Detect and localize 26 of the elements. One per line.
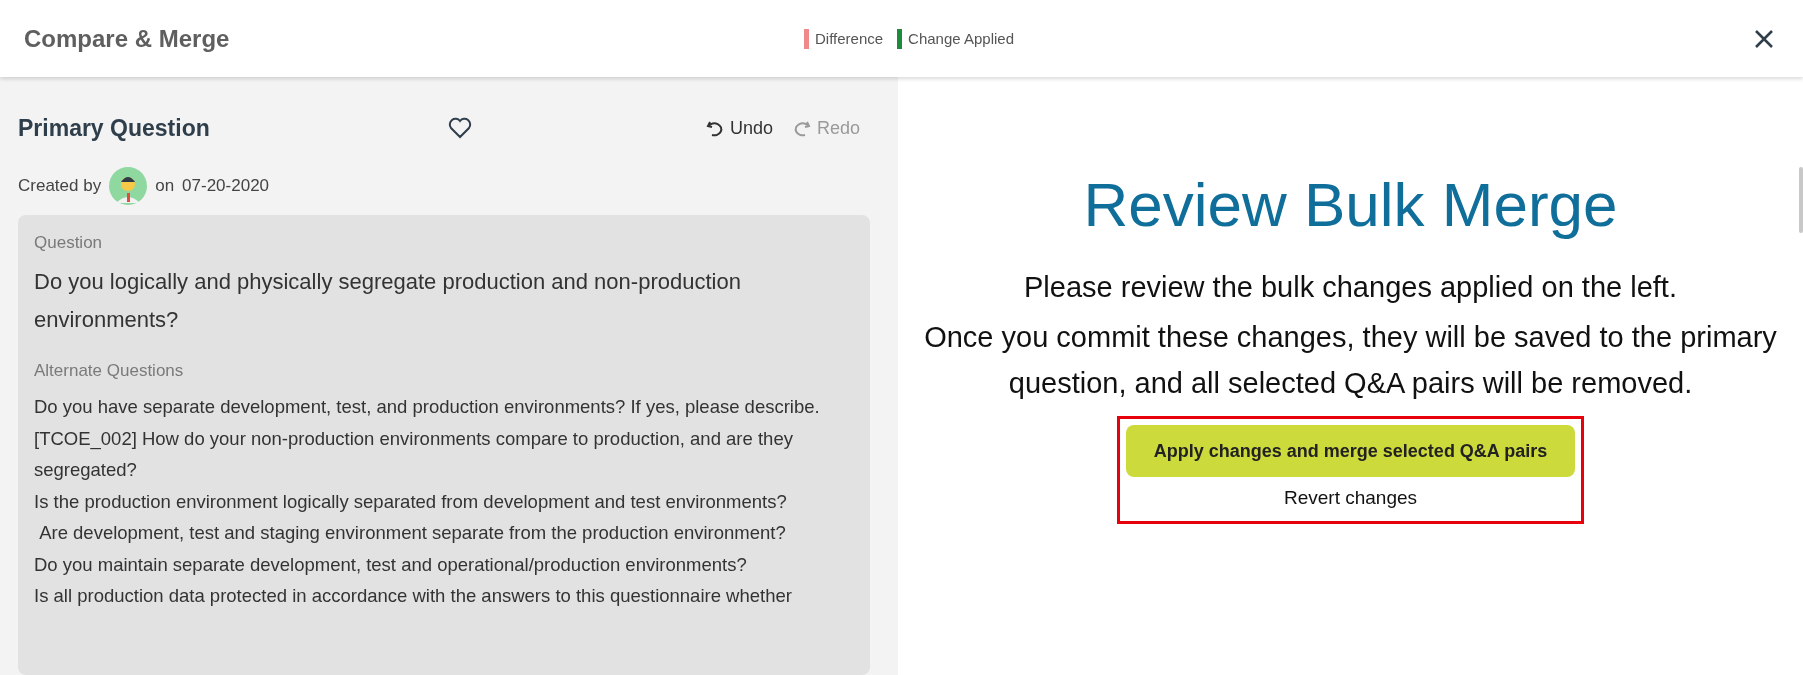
alternate-question: Do you maintain separate development, test and operational/production environments?: [34, 552, 748, 577]
alternate-question: Is the production environment logically separated from development and test environments?: [34, 489, 788, 514]
dialog-title: Compare & Merge: [24, 24, 231, 53]
scrollbar-thumb[interactable]: [1799, 167, 1803, 233]
review-message: Once you commit these changes, they will be saved to the primary question, and all selected Q&A pairs will be removed.: [923, 320, 1778, 401]
legend-label: Change Applied: [908, 30, 1015, 47]
created-by-label: Created by: [18, 176, 102, 196]
undo-button[interactable]: Undo: [695, 117, 783, 139]
apply-merge-button[interactable]: Apply changes and merge selected Q&A pairs: [1126, 425, 1575, 477]
avatar-icon: [109, 167, 148, 205]
alternate-question: Is all production data protected in accordance with the answers to this questionnaire whether: [34, 584, 793, 608]
review-heading: Review Bulk Merge: [1083, 169, 1618, 240]
created-on-label: on: [155, 176, 175, 196]
panel-title: Primary Question: [18, 114, 211, 142]
alternate-question: Do you have separate development, test, and production environments? If yes, please describe.: [34, 395, 821, 419]
undo-icon[interactable]: [705, 119, 724, 137]
question-text: Do you logically and physically segregate production and non-production environments?: [34, 268, 742, 334]
alternate-question: Are development, test and staging environment separate from the production environment?: [38, 521, 787, 545]
created-date: 07-20-2020: [182, 176, 270, 196]
review-message: Please review the bulk changes applied on the left.: [1024, 270, 1677, 305]
alternate-question: [TCOE_002] How do your non-production environments compare to production, and are they segregated?: [34, 426, 794, 482]
revert-changes-button[interactable]: Revert changes: [1283, 477, 1418, 517]
question-label: Question: [34, 233, 104, 253]
alternates-label: Alternate Questions: [34, 361, 185, 381]
heart-icon[interactable]: [448, 117, 472, 139]
legend-label: Difference: [815, 30, 884, 47]
